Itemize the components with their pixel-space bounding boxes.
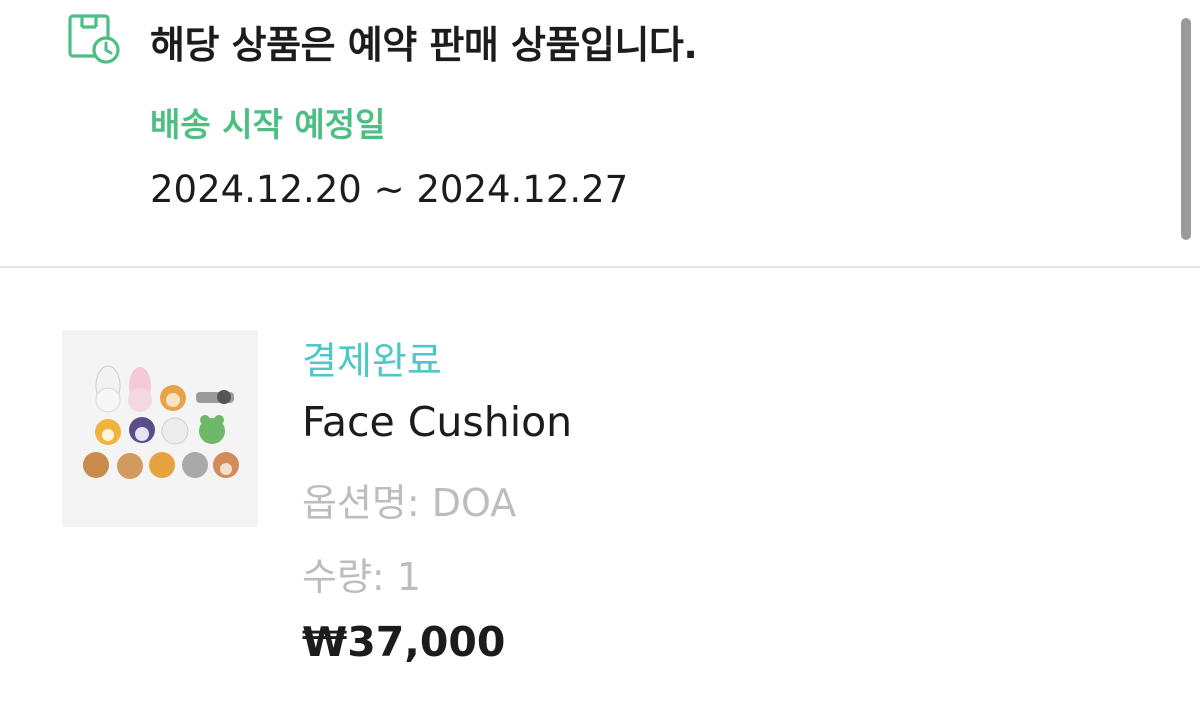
preorder-title: 해당 상품은 예약 판매 상품입니다. [150, 23, 698, 67]
option-line: 옵션명: DOA [302, 472, 516, 527]
quantity-label: 수량: [302, 555, 385, 599]
shipping-date-range: 2024.12.20 ~ 2024.12.27 [150, 168, 629, 211]
row-1-faces [95, 365, 234, 413]
row-3-faces [83, 452, 239, 479]
scrollbar[interactable] [1181, 18, 1191, 240]
quantity-value: 1 [396, 555, 422, 599]
order-item[interactable]: 결제완료 Face Cushion 옵션명: DOA 수량: 1 ₩37,000 [0, 270, 1200, 727]
section-divider [0, 266, 1200, 268]
calendar-clock-icon [66, 12, 124, 66]
row-2-faces [95, 415, 225, 445]
product-price: ₩37,000 [302, 618, 506, 666]
option-value: DOA [431, 481, 517, 525]
quantity-line: 수량: 1 [302, 546, 421, 601]
preorder-notice: 해당 상품은 예약 판매 상품입니다. 배송 시작 예정일 2024.12.20… [0, 0, 1200, 268]
payment-status: 결제완료 [302, 339, 442, 383]
product-name[interactable]: Face Cushion [302, 398, 572, 446]
shipping-start-label: 배송 시작 예정일 [150, 105, 386, 144]
product-thumbnail[interactable] [62, 330, 258, 527]
option-label: 옵션명: [302, 481, 420, 525]
